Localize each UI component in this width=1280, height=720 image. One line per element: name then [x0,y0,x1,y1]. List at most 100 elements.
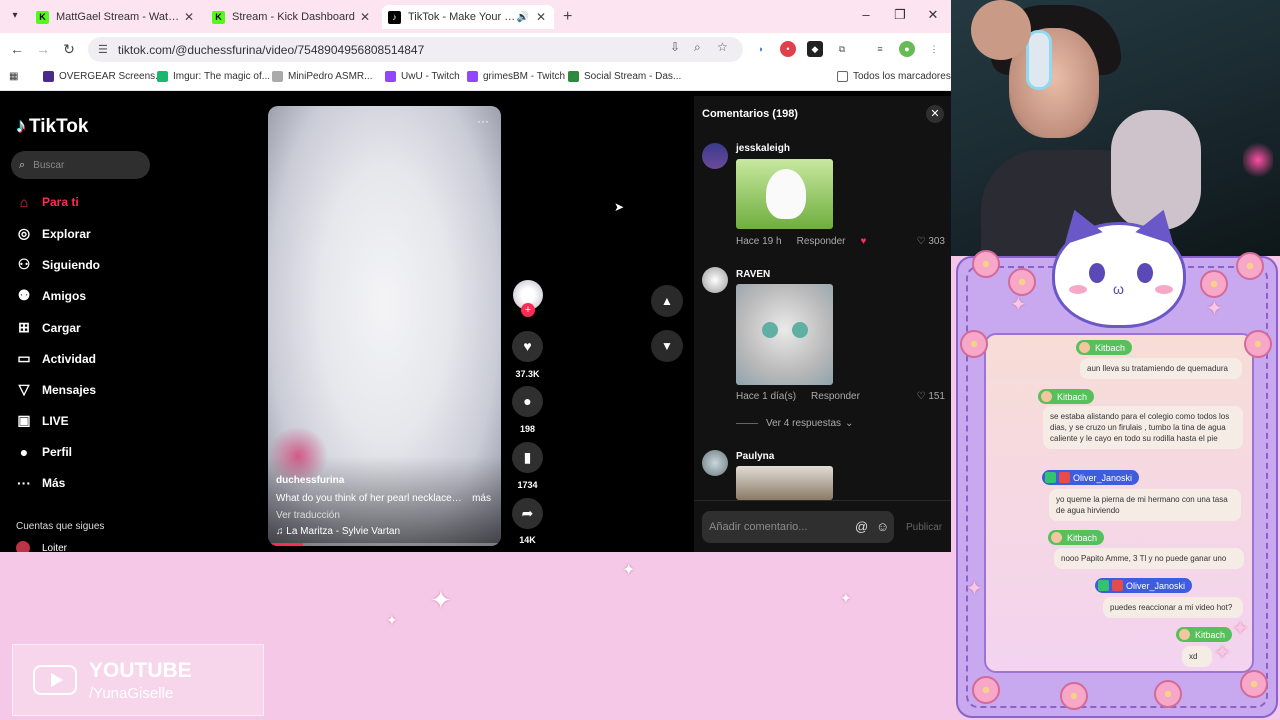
address-bar[interactable]: ☰ tiktok.com/@duchessfurina/video/754890… [88,37,743,62]
nav-mas[interactable]: ··· Más [15,475,65,491]
followed-account[interactable]: Loiter [16,541,67,552]
nav-amigos[interactable]: ⚉ Amigos [15,287,86,304]
emoji-icon[interactable]: ☺ [876,519,889,534]
reply-link[interactable]: Responder [797,236,846,247]
comment-input[interactable]: Añadir comentario... @ ☺ [702,511,894,543]
comment-icon: ● [523,393,532,409]
bookmark-imgur[interactable]: Imgur: The magic of... [157,71,270,82]
bookmark-uwu-twitch[interactable]: UwU - Twitch [385,71,460,82]
comment-sticker-image[interactable] [736,284,833,385]
flower-icon [1236,252,1264,280]
video-player[interactable]: ··· duchessfurina What do you think of h… [268,106,501,546]
next-video-button[interactable]: ▼ [651,330,683,362]
bookmark-label: Social Stream - Das... [584,71,682,82]
nav-mensajes[interactable]: ▽ Mensajes [15,381,96,398]
nav-actividad[interactable]: ▭ Actividad [15,350,96,367]
nav-cargar[interactable]: ⊞ Cargar [15,319,81,336]
translate-link[interactable]: Ver traducción [276,510,340,521]
creator-liked-icon: ♥ [860,236,867,247]
comment-username[interactable]: RAVEN [736,269,770,280]
search-input[interactable]: ⌕ Buscar [11,151,150,179]
extension-dark-icon[interactable]: ◆ [807,41,823,57]
tab-tiktok[interactable]: ♪ TikTok - Make Your Day 🔊 ✕ [382,5,554,29]
site-info-icon[interactable]: ☰ [98,43,108,56]
follow-plus-icon[interactable]: + [521,303,535,317]
close-tab-icon[interactable]: ✕ [358,10,372,24]
extensions-puzzle-icon[interactable]: ⧉ [834,41,850,57]
comment-sticker-image[interactable] [736,466,833,500]
extension-audio-icon[interactable]: ◗ [753,41,769,57]
comment-like[interactable]: ♡ 303 [917,236,945,247]
forward-button[interactable]: → [34,41,52,57]
back-button[interactable]: ← [8,41,26,57]
comment-username[interactable]: jesskaleigh [736,143,790,154]
comment-button[interactable]: ● [512,386,543,417]
tab-mattgael-stream[interactable]: K MattGael Stream - Watch Live o ✕ [30,5,202,29]
like-button[interactable]: ♥ [512,331,543,362]
bookmark-minipedro[interactable]: MiniPedro ASMR... [272,71,372,82]
extension-adblock-icon[interactable]: • [780,41,796,57]
nav-perfil[interactable]: ● Perfil [15,444,72,460]
video-author[interactable]: duchessfurina [276,475,344,486]
live-icon: ▣ [17,412,31,428]
reply-link[interactable]: Responder [811,391,860,402]
minimize-button[interactable]: – [856,7,876,22]
install-app-icon[interactable]: ⇩ [670,40,680,54]
tiktok-logo[interactable]: ♪ TikTok [16,115,88,138]
previous-video-button[interactable]: ▲ [651,285,683,317]
nav-para-ti[interactable]: ⌂ Para ti [15,194,79,210]
comment-username[interactable]: Paulyna [736,451,774,462]
nav-siguiendo[interactable]: ⚇ Siguiendo [15,256,100,273]
new-tab-button[interactable]: + [563,8,572,26]
tab-label: TikTok - Make Your Day [408,11,516,23]
share-count: 14K [519,535,536,545]
bookmark-grimesbm-twitch[interactable]: grimesBM - Twitch [467,71,565,82]
view-replies-button[interactable]: Ver 4 respuestas ⌄ [736,418,853,429]
profile-avatar-icon[interactable]: ● [899,41,915,57]
chevron-down-icon: ▼ [661,339,673,353]
webcam-feed [951,0,1280,256]
avatar[interactable] [702,450,728,476]
mention-icon[interactable]: @ [855,519,868,534]
maximize-button[interactable]: ❐ [890,7,910,23]
bookmark-social-stream[interactable]: Social Stream - Das... [568,71,681,82]
comment-meta: Hace 1 día(s) Responder [736,391,860,402]
reload-button[interactable]: ↻ [60,41,78,58]
close-tab-icon[interactable]: ✕ [182,10,196,24]
flower-icon [1154,680,1182,708]
audio-playing-icon[interactable]: 🔊 [516,12,530,23]
bookmark-star-icon[interactable]: ☆ [717,40,728,54]
nav-live[interactable]: ▣ LIVE [15,412,68,429]
apps-grid-icon[interactable]: ▦ [9,71,18,82]
chat-message: puedes reaccionar a mi video hot? [1103,597,1243,618]
heart-outline-icon: ♡ [916,391,926,402]
folder-icon [837,71,848,82]
cat-eye-right [1137,263,1153,283]
menu-kebab-icon[interactable]: ⋮ [926,41,942,57]
video-music[interactable]: ♫ La Maritza - Sylvie Vartan [276,526,400,537]
comment-sticker-image[interactable] [736,159,833,229]
tab-search-icon[interactable]: ▾ [6,7,24,25]
comment-like[interactable]: ♡ 151 [917,391,945,402]
close-window-button[interactable]: ✕ [923,7,943,23]
close-tab-icon[interactable]: ✕ [534,10,548,24]
nav-label: Mensajes [42,382,97,397]
video-more-link[interactable]: más [472,493,491,504]
post-comment-button[interactable]: Publicar [906,522,942,533]
zoom-icon[interactable]: ⌕ [694,40,701,55]
following-icon: ⚇ [17,256,31,272]
video-progress-bar[interactable] [268,543,501,546]
share-button[interactable]: ➦ [512,498,543,529]
video-more-icon[interactable]: ··· [477,114,489,128]
tab-kick-dashboard[interactable]: K Stream - Kick Dashboard ✕ [206,5,378,29]
nav-explorar[interactable]: ◎ Explorar [15,225,91,242]
sparkle-icon: ✦ [1206,298,1223,320]
bookmark-overgear[interactable]: OVERGEAR Screens... [43,71,163,82]
save-button[interactable]: ▮ [512,442,543,473]
all-bookmarks-folder[interactable]: Todos los marcadores [837,71,951,82]
avatar[interactable] [702,267,728,293]
media-control-icon[interactable]: ≡ [872,41,888,57]
bookmark-label: UwU - Twitch [401,71,460,82]
close-comments-button[interactable]: ✕ [926,105,944,123]
avatar[interactable] [702,143,728,169]
